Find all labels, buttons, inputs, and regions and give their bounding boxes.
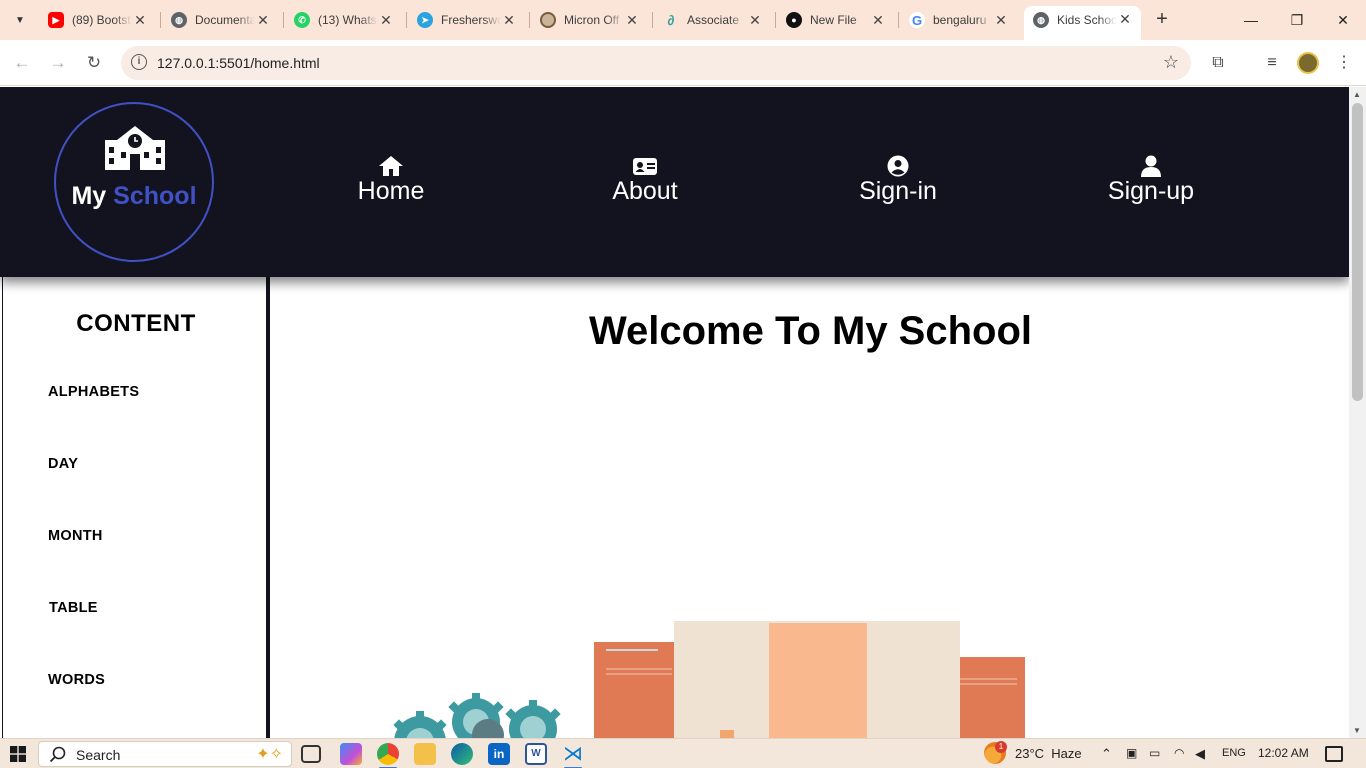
notification-icon[interactable] [1325,746,1343,762]
close-tab-icon[interactable]: ✕ [1117,11,1133,27]
logo[interactable]: My School [54,102,214,262]
user-circle-icon [887,155,909,177]
url-text[interactable]: 127.0.0.1:5501/home.html [157,55,320,71]
vscode-icon[interactable]: ⋊ [562,743,584,768]
weather-badge: 1 [995,741,1007,753]
media-controls-icon[interactable]: ≡ [1260,51,1284,75]
file-explorer-icon[interactable] [414,743,436,765]
globe-icon: ◍ [171,12,187,28]
edge-icon[interactable] [451,743,473,765]
close-tab-icon[interactable]: ✕ [624,12,640,28]
battery-icon[interactable]: ▭ [1149,746,1160,760]
task-view-icon[interactable] [301,745,321,763]
weather-text[interactable]: 23°C Haze [1015,746,1082,761]
sidebar-item-day[interactable]: DAY [48,456,78,472]
tab-search-button[interactable]: ▼ [8,8,32,32]
close-tab-icon[interactable]: ✕ [132,12,148,28]
language-indicator[interactable]: ENG [1222,747,1246,759]
tab-youtube[interactable]: ▶ (89) Bootstrap ✕ [48,6,148,34]
sidebar-title: CONTENT [76,310,196,337]
tab-micron[interactable]: Micron Off ✕ [540,6,640,34]
windows-start-icon[interactable] [10,746,26,762]
close-tab-icon[interactable]: ✕ [255,12,271,28]
reload-button[interactable]: ↻ [82,51,106,75]
nav-sign-up[interactable]: Sign-up [1071,155,1231,206]
restore-button[interactable]: ❐ [1274,0,1320,40]
github-icon: ● [786,12,802,28]
home-icon [379,156,403,176]
taskbar: Search ✦✧ in W ⋊ 1 23°C Haze ⌃ ▣ ▭ ◠ ◀ E… [0,738,1366,768]
forward-button[interactable]: → [46,51,70,75]
globe-icon: ◍ [1033,12,1049,28]
browser-toolbar: ← → ↻ i 127.0.0.1:5501/home.html ☆ ⧉ ≡ ⋮ [0,40,1366,86]
close-window-button[interactable]: ✕ [1320,0,1366,40]
close-tab-icon[interactable]: ✕ [747,12,763,28]
chrome-icon[interactable] [377,743,399,768]
camera-icon[interactable]: ▣ [1126,746,1137,760]
clock[interactable]: 12:02 AM [1258,746,1309,760]
tab-kids-school[interactable]: ◍ Kids School ✕ [1024,6,1141,40]
chevron-up-icon[interactable]: ⌃ [1101,746,1112,762]
telegram-icon: ➤ [417,12,433,28]
address-bar[interactable]: i 127.0.0.1:5501/home.html ☆ [121,46,1191,80]
link-icon: ∂ [667,12,675,28]
sidebar-item-month[interactable]: MONTH [48,528,103,544]
scroll-thumb[interactable] [1352,103,1363,401]
whatsapp-icon: ✆ [294,12,310,28]
bookmark-star-icon[interactable]: ☆ [1163,52,1179,73]
close-tab-icon[interactable]: ✕ [993,12,1009,28]
sidebar-item-table[interactable]: TABLE [49,600,98,616]
tab-freshersworld[interactable]: ➤ Freshersworld ✕ [417,6,517,34]
logo-text: My School [71,182,197,210]
scroll-down-arrow[interactable]: ▼ [1353,726,1361,735]
sidebar-item-words[interactable]: WORDS [48,672,105,688]
back-button[interactable]: ← [10,51,34,75]
tab-whatsapp[interactable]: ✆ (13) WhatsApp ✕ [294,6,394,34]
google-icon: G [909,12,925,28]
tab-google[interactable]: G bengaluru ✕ [909,6,1009,34]
close-tab-icon[interactable]: ✕ [870,12,886,28]
linkedin-icon[interactable]: in [488,743,510,765]
page-title: Welcome To My School [588,309,1033,353]
sidebar: CONTENT ALPHABETS DAY MONTH TABLE WORDS [2,277,270,738]
profile-avatar[interactable] [1297,52,1319,74]
search-icon [49,746,66,763]
tab-documentation[interactable]: ◍ Documentation ✕ [171,6,271,34]
micron-icon [540,12,556,28]
school-icon [105,126,165,170]
nav-home[interactable]: Home [311,155,471,206]
id-card-icon [633,158,657,175]
close-tab-icon[interactable]: ✕ [378,12,394,28]
site-info-icon[interactable]: i [131,54,147,70]
wifi-icon[interactable]: ◠ [1174,746,1184,760]
nav-about[interactable]: About [565,155,725,206]
word-icon[interactable]: W [525,743,547,765]
volume-icon[interactable]: ◀ [1195,746,1205,762]
new-tab-button[interactable]: + [1150,8,1174,32]
sidebar-item-alphabets[interactable]: ALPHABETS [48,384,139,400]
page-viewport: My School Home About Sign-in Sign-up CON… [0,87,1349,738]
minimize-button[interactable]: — [1228,0,1274,40]
user-icon [1141,155,1161,177]
copilot-icon[interactable] [340,743,362,765]
nav-sign-in[interactable]: Sign-in [818,155,978,206]
tab-associate[interactable]: ∂ Associate ✕ [663,6,763,34]
site-header: My School Home About Sign-in Sign-up [0,87,1349,277]
extensions-icon[interactable]: ⧉ [1206,51,1230,75]
search-highlight-icon: ✦✧ [256,746,283,763]
close-tab-icon[interactable]: ✕ [501,12,517,28]
school-illustration [393,621,1025,738]
tab-github[interactable]: ● New File ✕ [786,6,886,34]
tab-strip: ▼ ▶ (89) Bootstrap ✕ ◍ Documentation ✕ ✆… [0,0,1366,40]
page-scrollbar[interactable]: ▲ ▼ [1349,87,1366,738]
taskbar-search[interactable]: Search ✦✧ [38,741,292,767]
menu-icon[interactable]: ⋮ [1332,51,1356,75]
youtube-icon: ▶ [48,12,64,28]
scroll-up-arrow[interactable]: ▲ [1353,90,1361,99]
